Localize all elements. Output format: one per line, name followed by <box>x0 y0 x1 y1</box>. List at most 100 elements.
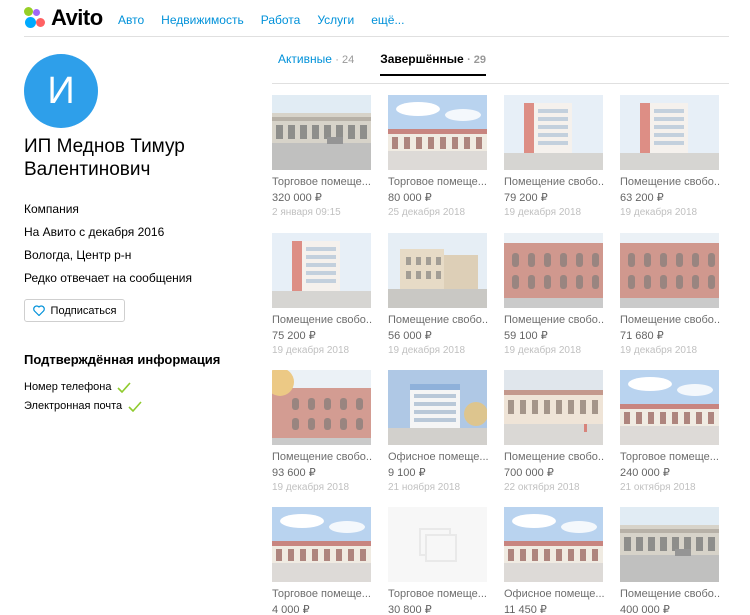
listing-date: 19 декабря 2018 <box>388 345 466 356</box>
nav-realty[interactable]: Недвижимость <box>161 13 244 27</box>
listing-card[interactable]: Помещение свобо... 71 680 ₽ 19 декабря 201… <box>620 233 720 356</box>
listing-date: 19 декабря 2018 <box>620 207 698 218</box>
nav-auto[interactable]: Авто <box>118 13 144 27</box>
listing-price: 30 800 ₽ <box>388 604 432 615</box>
listing-photo[interactable] <box>272 507 371 582</box>
tab-completed-count: · 29 <box>467 54 487 66</box>
listing-date: 19 декабря 2018 <box>504 207 582 218</box>
verified-phone: Номер телефона <box>24 381 132 393</box>
listing-title[interactable]: Офисное помеще... <box>504 588 604 600</box>
listing-price: 75 200 ₽ <box>272 330 316 342</box>
listing-price: 80 000 ₽ <box>388 192 432 204</box>
listing-price: 11 450 ₽ <box>504 604 547 615</box>
tab-completed-label: Завершённые <box>380 52 464 66</box>
listing-photo[interactable] <box>388 95 487 170</box>
listing-price: 400 000 ₽ <box>620 604 670 615</box>
listing-photo[interactable] <box>620 370 719 445</box>
listing-price: 93 600 ₽ <box>272 467 316 479</box>
listing-card[interactable]: Помещение свобо... 700 000 ₽ 22 октября 20… <box>504 370 604 493</box>
verified-phone-label: Номер телефона <box>24 381 112 393</box>
placeholder-image-icon[interactable] <box>388 507 487 582</box>
seller-since: На Авито с декабря 2016 <box>24 225 165 239</box>
listing-tabs: Активные · 24 Завершённые · 29 <box>278 52 486 76</box>
listing-price: 240 000 ₽ <box>620 467 670 479</box>
listing-price: 9 100 ₽ <box>388 467 426 479</box>
nav-more[interactable]: ещё... <box>371 13 404 27</box>
listing-card[interactable]: Торговое помеще... 4 000 ₽ <box>272 507 372 615</box>
listing-title[interactable]: Помещение свобо... <box>620 176 720 188</box>
listing-date: 19 декабря 2018 <box>620 345 698 356</box>
listing-title[interactable]: Помещение свобо... <box>504 176 604 188</box>
listing-title[interactable]: Помещение свобо... <box>620 588 720 600</box>
seller-name: ИП Меднов Тимур Валентинович <box>24 136 185 180</box>
listing-title[interactable]: Торговое помеще... <box>620 451 720 463</box>
listing-title[interactable]: Торговое помеще... <box>272 588 372 600</box>
listing-photo[interactable] <box>504 95 603 170</box>
listing-photo[interactable] <box>272 370 371 445</box>
listing-photo[interactable] <box>388 233 487 308</box>
listing-title[interactable]: Помещение свобо... <box>272 314 372 326</box>
seller-response: Редко отвечает на сообщения <box>24 271 192 285</box>
nav-jobs[interactable]: Работа <box>261 13 301 27</box>
listing-photo[interactable] <box>272 95 371 170</box>
tab-completed[interactable]: Завершённые · 29 <box>380 52 486 76</box>
listing-date: 19 декабря 2018 <box>272 482 350 493</box>
listing-photo[interactable] <box>620 95 719 170</box>
listing-photo[interactable] <box>504 233 603 308</box>
avatar: И <box>24 54 98 128</box>
check-icon <box>128 400 142 412</box>
listing-card[interactable]: Помещение свобо... 59 100 ₽ 19 декабря 201… <box>504 233 604 356</box>
subscribe-button[interactable]: Подписаться <box>24 299 125 322</box>
listing-card[interactable]: Торговое помеще... 240 000 ₽ 21 октября 20… <box>620 370 720 493</box>
listing-title[interactable]: Торговое помеще... <box>388 588 488 600</box>
listing-card[interactable]: Торговое помеще... 80 000 ₽ 25 декабря 201… <box>388 95 488 218</box>
listing-title[interactable]: Офисное помеще... <box>388 451 488 463</box>
listing-card[interactable]: Помещение свобо... 79 200 ₽ 19 декабря 201… <box>504 95 604 218</box>
listing-date: 2 января 09:15 <box>272 207 341 218</box>
listing-date: 21 октября 2018 <box>620 482 696 493</box>
listing-title[interactable]: Помещение свобо... <box>504 451 604 463</box>
listing-card[interactable]: Торговое помеще... 30 800 ₽ <box>388 507 488 615</box>
listing-photo[interactable] <box>504 370 603 445</box>
logo-text: Avito <box>51 5 103 30</box>
listing-title[interactable]: Помещение свобо... <box>504 314 604 326</box>
listing-card[interactable]: Помещение свобо... 75 200 ₽ 19 декабря 201… <box>272 233 372 356</box>
heart-icon <box>32 305 45 316</box>
listing-title[interactable]: Торговое помеще... <box>272 176 372 188</box>
listing-price: 79 200 ₽ <box>504 192 548 204</box>
verified-title: Подтверждённая информация <box>24 352 221 367</box>
tab-active-label: Активные <box>278 52 332 66</box>
listing-card[interactable]: Помещение свобо... 56 000 ₽ 19 декабря 201… <box>388 233 488 356</box>
listing-date: 22 октября 2018 <box>504 482 580 493</box>
tab-active[interactable]: Активные · 24 <box>278 52 354 76</box>
main-nav: Авто Недвижимость Работа Услуги ещё... <box>118 13 404 27</box>
listing-card[interactable]: Помещение свобо... 400 000 ₽ <box>620 507 720 615</box>
listing-date: 19 декабря 2018 <box>272 345 350 356</box>
listing-card[interactable]: Помещение свобо... 63 200 ₽ 19 декабря 201… <box>620 95 720 218</box>
listing-price: 56 000 ₽ <box>388 330 432 342</box>
listing-title[interactable]: Торговое помеще... <box>388 176 488 188</box>
nav-services[interactable]: Услуги <box>317 13 354 27</box>
tab-active-count: · 24 <box>335 54 355 66</box>
listing-card[interactable]: Офисное помеще... 11 450 ₽ <box>504 507 604 615</box>
listing-photo[interactable] <box>272 233 371 308</box>
listing-date: 25 декабря 2018 <box>388 207 466 218</box>
header: Avito Авто Недвижимость Работа Услуги ещ… <box>0 0 750 38</box>
listing-price: 63 200 ₽ <box>620 192 664 204</box>
listing-price: 320 000 ₽ <box>272 192 322 204</box>
listing-title[interactable]: Помещение свобо... <box>388 314 488 326</box>
listing-title[interactable]: Помещение свобо... <box>272 451 372 463</box>
listing-card[interactable]: Помещение свобо... 93 600 ₽ 19 декабря 201… <box>272 370 372 493</box>
seller-location: Вологда, Центр р-н <box>24 248 132 262</box>
listing-price: 59 100 ₽ <box>504 330 548 342</box>
listing-card[interactable]: Торговое помеще... 320 000 ₽ 2 января 09:1… <box>272 95 372 218</box>
avito-logo[interactable]: Avito <box>24 5 103 30</box>
listing-card[interactable]: Офисное помеще... 9 100 ₽ 21 ноября 2018 <box>388 370 488 493</box>
listing-photo[interactable] <box>504 507 603 582</box>
header-divider <box>24 36 729 37</box>
listing-title[interactable]: Помещение свобо... <box>620 314 720 326</box>
listing-photo[interactable] <box>620 233 719 308</box>
listing-photo[interactable] <box>620 507 719 582</box>
listing-photo[interactable] <box>388 370 487 445</box>
logo-dots-icon <box>24 7 46 29</box>
